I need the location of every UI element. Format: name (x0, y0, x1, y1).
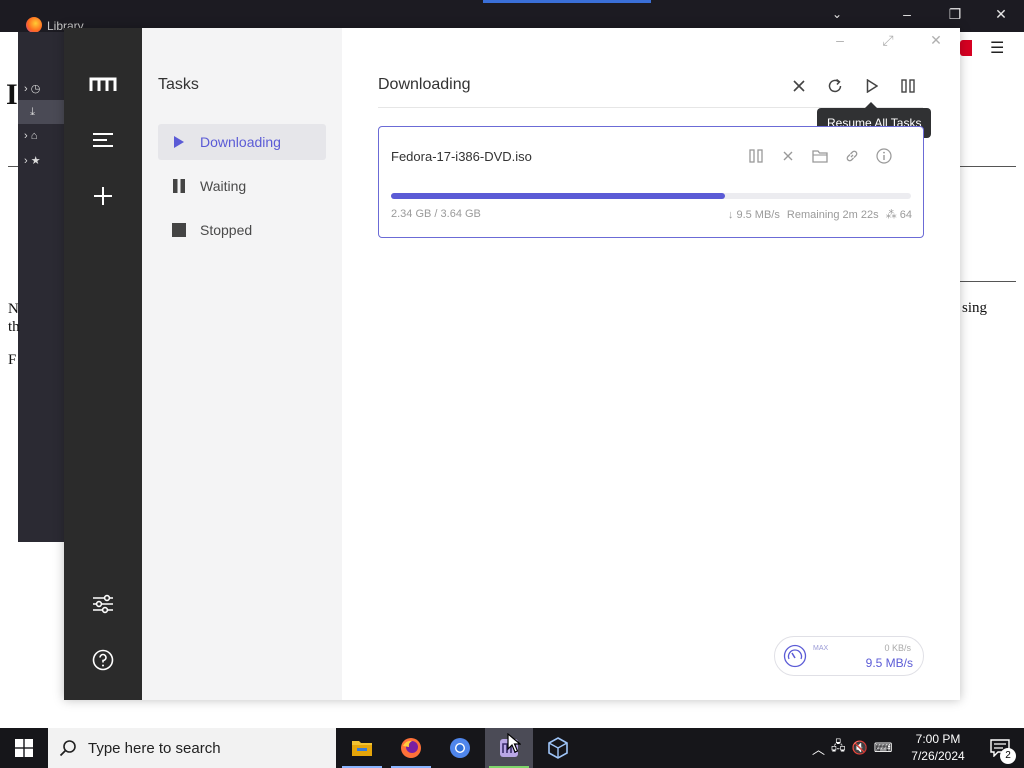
virtualbox-icon (548, 737, 568, 759)
task-pause-button[interactable] (745, 145, 767, 167)
info-icon (876, 148, 892, 164)
refresh-button[interactable] (823, 74, 847, 98)
sliders-settings-icon[interactable] (83, 584, 123, 624)
clock-date: 7/26/2024 (911, 749, 965, 763)
close-icon (783, 151, 793, 161)
taskbar-clock[interactable]: 7:00 PM 7/26/2024 (902, 731, 974, 765)
sidebar-item-label: Downloading (200, 134, 281, 150)
pause-all-button[interactable] (896, 74, 920, 98)
background-page-heading: I (6, 78, 18, 111)
task-item[interactable]: Fedora-17-i386-DVD.iso 2.34 GB / 3.64 GB (378, 126, 924, 238)
speed-limit-label: MAX (813, 645, 829, 652)
download-speed: 9.5 MB/s (865, 656, 913, 670)
sidebar-item-label: Waiting (200, 178, 247, 194)
folder-icon (812, 150, 828, 163)
start-button[interactable] (0, 728, 48, 768)
windows-logo-icon (15, 739, 33, 757)
network-icon[interactable]: 🖧 (831, 737, 846, 759)
system-tray: ︿ 🖧 🔇 ⌨ (812, 728, 892, 768)
speedometer[interactable]: MAX 0 KB/s 9.5 MB/s (774, 636, 924, 676)
task-progress-fill (391, 193, 726, 199)
library-tags-item[interactable]: › ⌂ (18, 124, 68, 148)
clock-time: 7:00 PM (915, 732, 961, 746)
stop-icon (158, 223, 200, 237)
firefox-icon (401, 738, 421, 758)
remove-all-button[interactable] (787, 74, 811, 98)
task-remove-button[interactable] (777, 145, 799, 167)
background-page-text: sing (962, 300, 988, 316)
motrix-logo-icon[interactable] (83, 64, 123, 104)
play-icon (866, 79, 878, 93)
pause-icon (749, 149, 763, 163)
background-rule (8, 166, 18, 167)
search-placeholder: Type here to search (88, 739, 221, 757)
menu-lines-icon[interactable] (83, 120, 123, 160)
background-active-tab-indicator (483, 0, 651, 3)
mouse-cursor-icon (507, 733, 521, 753)
sidebar-item-waiting[interactable]: Waiting (158, 168, 326, 204)
notification-count-badge: 2 (1000, 748, 1016, 764)
sidebar-item-downloading[interactable]: Downloading (158, 124, 326, 160)
library-sidebar-list: › ◷ ⤓ › ⌂ › ★ (18, 76, 68, 176)
folder-icon (352, 741, 372, 756)
background-page-text: Nth (8, 301, 20, 335)
notification-center-button[interactable]: 2 (980, 728, 1020, 768)
firefox-logo-icon (26, 17, 42, 33)
link-icon (846, 150, 858, 162)
background-page-text: F (8, 352, 17, 368)
library-history-item[interactable]: › ◷ (18, 76, 68, 100)
taskbar-search-box[interactable]: Type here to search (48, 728, 336, 768)
sidebar-item-stopped[interactable]: Stopped (158, 212, 326, 248)
taskbar-virtualbox[interactable] (534, 728, 582, 768)
browser-restore-button[interactable]: ❐ (945, 6, 965, 23)
close-window-button[interactable]: ✕ (925, 32, 947, 52)
task-remaining: Remaining 2m 22s (786, 209, 879, 221)
task-connections: ⁂ 64 (885, 209, 912, 221)
pause-icon (901, 79, 915, 93)
browser-close-button[interactable]: ✕ (991, 6, 1011, 23)
add-task-plus-icon[interactable] (83, 176, 123, 216)
task-open-folder-button[interactable] (809, 145, 831, 167)
task-stats: ↓ 9.5 MB/s Remaining 2m 22s ⁂ 64 (724, 208, 912, 221)
background-rule (960, 281, 1016, 282)
close-icon (793, 80, 805, 92)
show-hidden-icons-chevron-icon[interactable]: ︿ (812, 739, 825, 758)
speedometer-icon (783, 644, 807, 668)
main-content: – ⤢ ✕ Downloading Resume All Tasks Fedor… (342, 28, 960, 700)
library-downloads-item[interactable]: ⤓ (18, 100, 68, 124)
maximize-button[interactable]: ⤢ (877, 32, 899, 52)
volume-muted-icon[interactable]: 🔇 (852, 740, 868, 756)
background-red-badge (960, 40, 972, 56)
tab-list-chevron-icon[interactable]: ⌄ (832, 7, 842, 21)
help-circle-icon[interactable] (83, 640, 123, 680)
upload-speed: 0 KB/s (884, 643, 911, 653)
background-rule (960, 166, 1016, 167)
task-file-name: Fedora-17-i386-DVD.iso (391, 149, 532, 164)
browser-minimize-button[interactable]: – (897, 6, 917, 22)
chromium-icon (450, 738, 470, 758)
task-info-button[interactable] (873, 145, 895, 167)
sidebar-item-label: Stopped (200, 222, 253, 238)
taskbar-firefox[interactable] (387, 728, 435, 768)
task-size: 2.34 GB / 3.64 GB (391, 208, 481, 220)
page-title: Downloading (378, 76, 471, 93)
task-copy-link-button[interactable] (841, 145, 863, 167)
library-bookmarks-item[interactable]: › ★ (18, 148, 68, 172)
tasks-sidebar: Tasks Downloading Waiting Stopped (142, 28, 342, 700)
minimize-button[interactable]: – (829, 32, 851, 52)
taskbar-chromium[interactable] (436, 728, 484, 768)
play-icon (158, 135, 200, 149)
motrix-window: Tasks Downloading Waiting Stopped – ⤢ ✕ … (64, 28, 960, 700)
search-icon (48, 739, 88, 757)
taskbar-file-explorer[interactable] (338, 728, 386, 768)
browser-menu-icon[interactable]: ☰ (990, 38, 1010, 58)
keyboard-icon[interactable]: ⌨ (874, 740, 893, 756)
sidebar-title: Tasks (158, 76, 199, 93)
app-rail (64, 28, 142, 700)
refresh-icon (828, 78, 842, 93)
pause-icon (158, 179, 200, 193)
task-progress-bar (391, 193, 911, 199)
task-speed: ↓ 9.5 MB/s (727, 209, 780, 221)
resume-all-button[interactable] (860, 74, 884, 98)
